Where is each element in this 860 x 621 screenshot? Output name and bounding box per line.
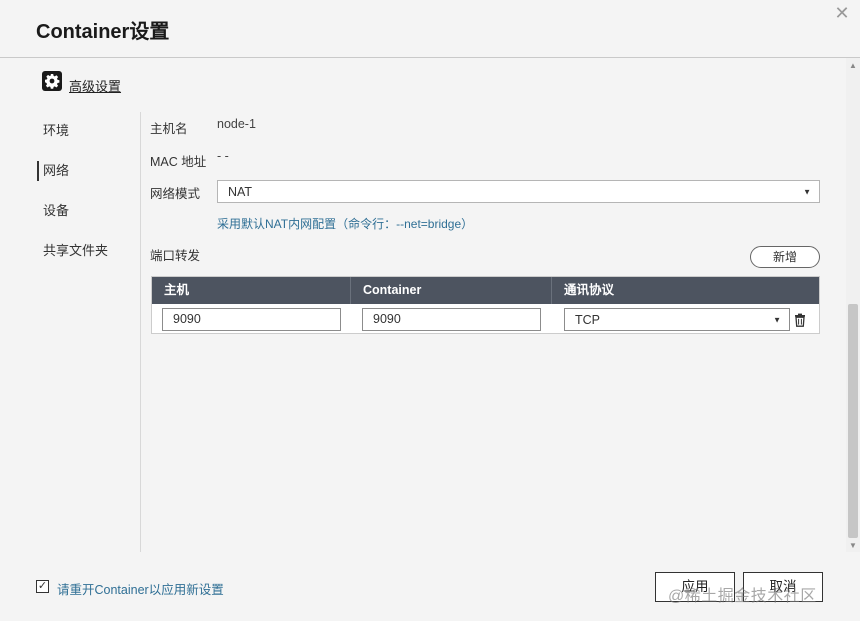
container-port-input[interactable]: 9090 xyxy=(362,308,541,331)
network-mode-select[interactable]: NAT ▼ xyxy=(217,180,820,203)
sidebar-item-network[interactable]: 网络 xyxy=(37,161,137,181)
sidebar-divider xyxy=(140,112,141,552)
sidebar-item-shared-folders[interactable]: 共享文件夹 xyxy=(37,241,137,261)
hostname-value: node-1 xyxy=(217,117,256,131)
table-header: 主机 Container 通讯协议 xyxy=(152,277,819,304)
chevron-down-icon: ▼ xyxy=(773,315,781,324)
column-header-protocol: 通讯协议 xyxy=(564,283,615,297)
column-header-host: 主机 xyxy=(152,277,351,304)
protocol-value: TCP xyxy=(575,312,600,327)
scroll-up-arrow-icon[interactable]: ▲ xyxy=(846,60,860,72)
gear-icon xyxy=(42,71,62,91)
dialog-title: Container设置 xyxy=(36,21,170,43)
sidebar-item-environment[interactable]: 环境 xyxy=(37,121,137,141)
hostname-label: 主机名 xyxy=(150,122,188,136)
mac-address-value: - - xyxy=(217,149,229,163)
trash-icon[interactable] xyxy=(793,313,807,327)
mac-address-label: MAC 地址 xyxy=(150,155,207,169)
restart-checkbox[interactable]: ✓ xyxy=(36,580,49,593)
add-port-button[interactable]: 新增 xyxy=(750,246,820,268)
advanced-settings-label[interactable]: 高级设置 xyxy=(69,76,121,95)
scroll-down-arrow-icon[interactable]: ▼ xyxy=(846,540,860,552)
sidebar-item-devices[interactable]: 设备 xyxy=(37,201,137,221)
port-forward-table: 主机 Container 通讯协议 9090 9090 TCP ▼ xyxy=(151,276,820,334)
dialog-titlebar: Container设置 ✕ xyxy=(0,0,860,58)
scrollbar-thumb[interactable] xyxy=(848,304,858,538)
network-mode-hint: 采用默认NAT内网配置（命令行：--net=bridge） xyxy=(217,217,474,231)
network-mode-label: 网络模式 xyxy=(150,187,201,201)
chevron-down-icon: ▼ xyxy=(803,187,811,196)
advanced-settings-header[interactable]: 高级设置 xyxy=(42,69,121,95)
watermark-text: @稀土掘金技术社区 xyxy=(668,588,817,605)
protocol-select[interactable]: TCP ▼ xyxy=(564,308,790,331)
restart-notice-text: 请重开Container以应用新设置 xyxy=(57,583,224,597)
container-settings-dialog: Container设置 ✕ ▲ ▼ 高级设置 环境 网络 设备 共享文件夹 主机… xyxy=(0,0,860,621)
port-forward-label: 端口转发 xyxy=(150,249,201,263)
close-icon[interactable]: ✕ xyxy=(832,3,852,23)
host-port-input[interactable]: 9090 xyxy=(162,308,341,331)
network-mode-value: NAT xyxy=(228,184,253,199)
column-header-container: Container xyxy=(351,277,552,304)
